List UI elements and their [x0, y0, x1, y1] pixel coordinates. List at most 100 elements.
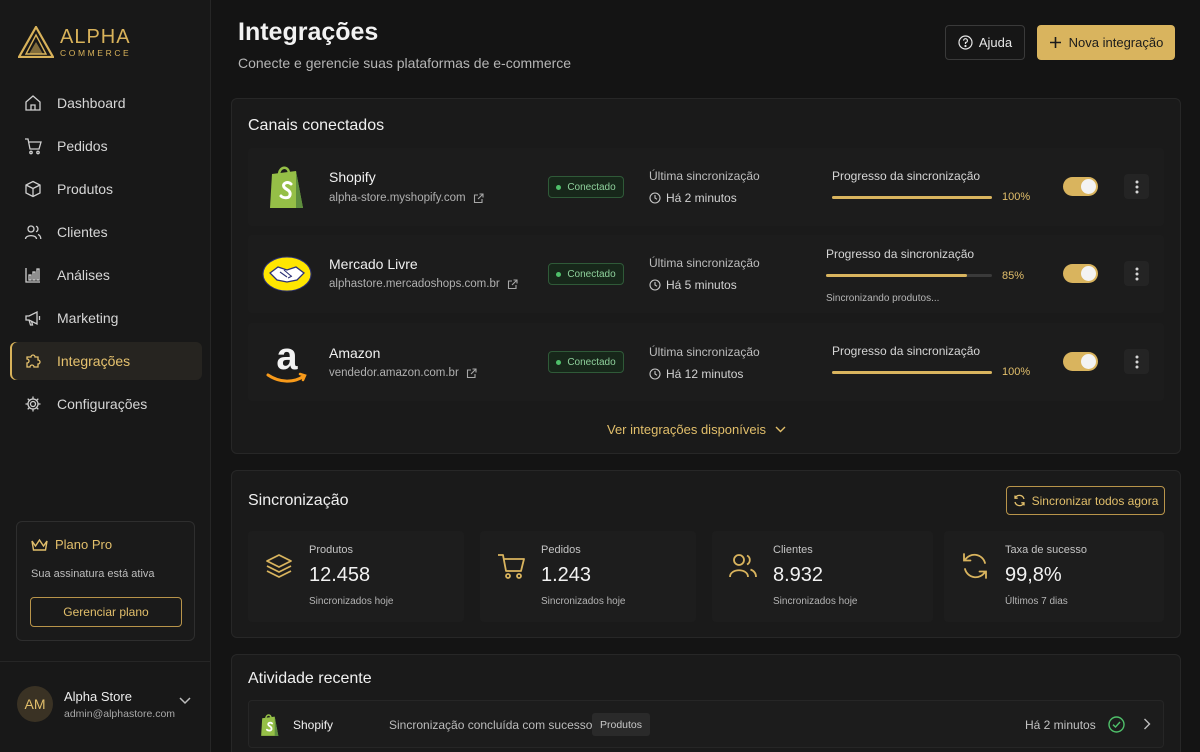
cart-icon	[498, 554, 525, 579]
sync-progress-fill	[832, 371, 992, 374]
home-icon	[24, 94, 42, 112]
sidebar-item-marketing[interactable]: Marketing	[10, 299, 202, 337]
stat-label: Clientes	[773, 544, 813, 556]
sidebar-item-dashboard[interactable]: Dashboard	[10, 84, 202, 122]
channel-row-mercado-livre: Mercado Livre alphastore.mercadoshops.co…	[248, 235, 1164, 313]
brand-logo[interactable]: ALPHA COMMERCE	[18, 26, 131, 58]
sync-progress-fill	[826, 274, 968, 277]
sidebar-item-configuracoes[interactable]: Configurações	[10, 385, 202, 423]
channel-row-amazon: a Amazon vendedor.amazon.com.br Conectad…	[248, 323, 1164, 401]
last-sync-label: Última sincronização	[649, 169, 760, 183]
more-options-button[interactable]	[1124, 349, 1149, 374]
activity-row[interactable]: Shopify Sincronização concluída com suce…	[248, 700, 1164, 748]
chevron-down-icon[interactable]	[179, 697, 191, 705]
last-sync-time: Há 2 minutos	[649, 191, 737, 205]
help-button[interactable]: Ajuda	[945, 25, 1025, 60]
sync-progress-percent: 85%	[1002, 270, 1025, 282]
sidebar-item-produtos[interactable]: Produtos	[10, 170, 202, 208]
more-vertical-icon	[1135, 267, 1138, 280]
sync-progress-bar	[832, 196, 992, 199]
stat-note: Últimos 7 dias	[1005, 596, 1068, 607]
status-badge: Conectado	[548, 351, 624, 373]
sync-progress-label: Progresso da sincronização	[826, 247, 975, 261]
external-link-icon[interactable]	[507, 278, 518, 290]
sync-progress-percent: 100%	[1002, 366, 1031, 378]
sidebar-item-label: Configurações	[57, 396, 148, 412]
gear-icon	[24, 395, 42, 413]
stat-note: Sincronizados hoje	[309, 596, 394, 607]
sync-progress-fill	[832, 196, 992, 199]
sidebar-item-clientes[interactable]: Clientes	[10, 213, 202, 251]
manage-plan-button[interactable]: Gerenciar plano	[30, 597, 182, 627]
stat-label: Produtos	[309, 544, 354, 556]
status-badge: Conectado	[548, 176, 624, 198]
channel-url[interactable]: vendedor.amazon.com.br	[329, 367, 477, 379]
stat-value: 99,8%	[1005, 564, 1062, 586]
last-sync-time: Há 12 minutos	[649, 367, 743, 381]
more-options-button[interactable]	[1124, 261, 1149, 286]
crown-icon	[31, 538, 48, 551]
user-name: Alpha Store	[64, 689, 132, 704]
sync-progress-label: Progresso da sincronização	[832, 344, 981, 358]
alpha-logo-icon	[18, 26, 54, 58]
channel-url-text: vendedor.amazon.com.br	[329, 367, 459, 379]
sidebar-item-label: Marketing	[57, 310, 119, 326]
puzzle-icon	[24, 352, 42, 370]
sidebar-item-label: Dashboard	[57, 95, 126, 111]
external-link-icon[interactable]	[466, 367, 477, 379]
channel-enabled-toggle[interactable]	[1063, 352, 1098, 371]
channel-name: Amazon	[329, 345, 381, 361]
stat-card-taxa-sucesso: Taxa de sucesso 99,8% Últimos 7 dias	[944, 531, 1164, 622]
sidebar-item-pedidos[interactable]: Pedidos	[10, 127, 202, 165]
user-email: admin@alphastore.com	[64, 708, 176, 720]
stat-note: Sincronizados hoje	[541, 596, 626, 607]
stat-note: Sincronizados hoje	[773, 596, 858, 607]
channel-enabled-toggle[interactable]	[1063, 264, 1098, 283]
activity-tag: Produtos	[592, 713, 651, 736]
sync-progress-bar	[826, 274, 992, 277]
page-subtitle: Conecte e gerencie suas plataformas de e…	[238, 55, 572, 71]
channel-row-shopify: Shopify alpha-store.myshopify.com Conect…	[248, 148, 1164, 226]
last-sync-time: Há 5 minutos	[649, 278, 737, 292]
sync-all-button[interactable]: Sincronizar todos agora	[1006, 486, 1165, 515]
users-icon	[729, 554, 757, 578]
sidebar-item-integracoes[interactable]: Integrações	[10, 342, 202, 380]
cart-icon	[24, 137, 42, 155]
sidebar-item-analises[interactable]: Análises	[10, 256, 202, 294]
page-title: Integrações	[238, 18, 379, 46]
megaphone-icon	[24, 309, 42, 327]
stat-label: Pedidos	[541, 544, 581, 556]
amazon-logo-icon: a	[262, 335, 312, 389]
status-badge-text: Conectado	[567, 181, 616, 193]
clock-icon	[649, 192, 661, 204]
sync-progress-label: Progresso da sincronização	[832, 169, 981, 183]
see-available-integrations-link[interactable]: Ver integrações disponíveis	[607, 422, 786, 437]
more-options-button[interactable]	[1124, 174, 1149, 199]
plan-title: Plano Pro	[31, 537, 112, 552]
stat-card-produtos: Produtos 12.458 Sincronizados hoje	[248, 531, 464, 622]
plus-icon	[1049, 37, 1061, 48]
mercado-livre-logo-icon	[262, 247, 312, 301]
help-button-label: Ajuda	[978, 35, 1013, 50]
channel-url-text: alpha-store.myshopify.com	[329, 192, 466, 204]
last-sync-time-text: Há 5 minutos	[666, 278, 737, 292]
channel-url[interactable]: alpha-store.myshopify.com	[329, 192, 484, 204]
chevron-right-icon[interactable]	[1143, 718, 1151, 730]
new-integration-button[interactable]: Nova integração	[1037, 25, 1175, 60]
sidebar-item-label: Integrações	[57, 353, 131, 369]
external-link-icon[interactable]	[473, 192, 484, 204]
sync-title: Sincronização	[248, 492, 349, 509]
sidebar-item-label: Produtos	[57, 181, 114, 197]
sidebar-item-label: Pedidos	[57, 138, 108, 154]
brand-name: ALPHA	[60, 25, 131, 48]
activity-time: Há 2 minutos	[1025, 718, 1096, 732]
channel-enabled-toggle[interactable]	[1063, 177, 1098, 196]
last-sync-time-text: Há 2 minutos	[666, 191, 737, 205]
clock-icon	[649, 368, 661, 380]
stat-value: 8.932	[773, 564, 824, 586]
plan-title-text: Plano Pro	[55, 537, 113, 552]
sidebar-nav: Dashboard Pedidos Produtos Clientes Anál…	[10, 84, 202, 428]
channel-url[interactable]: alphastore.mercadoshops.com.br	[329, 278, 518, 290]
shopify-logo-icon	[262, 160, 312, 214]
user-menu[interactable]: AM Alpha Store admin@alphastore.com	[0, 661, 211, 752]
